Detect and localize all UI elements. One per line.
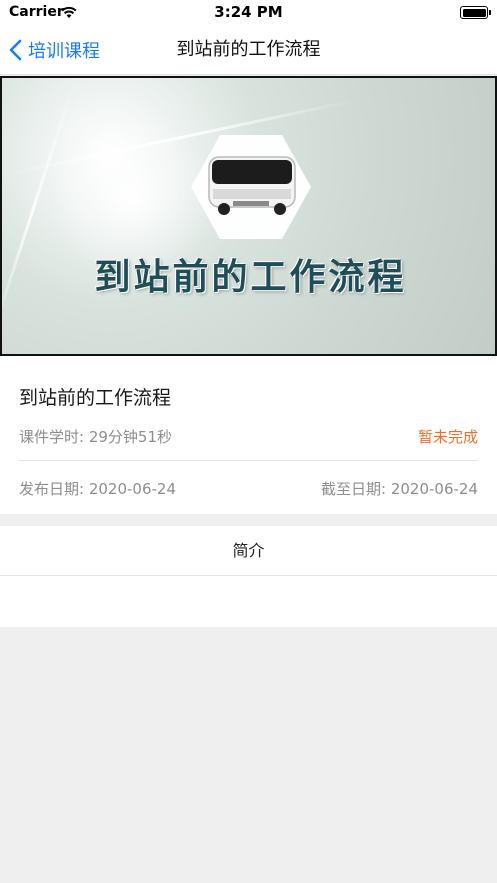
back-button[interactable]: 培训课程 [8, 26, 100, 74]
status-bar: Carrier 3:24 PM [0, 0, 497, 26]
tab-intro[interactable]: 简介 [0, 526, 497, 576]
bus-thumbnail-icon [191, 135, 311, 239]
chevron-left-icon [9, 39, 22, 61]
deadline-date: 截至日期: 2020-06-24 [321, 480, 478, 498]
intro-content [0, 576, 497, 627]
video-caption: 到站前的工作流程 [94, 257, 407, 298]
video-player[interactable]: 到站前的工作流程 [0, 76, 497, 356]
course-title: 到站前的工作流程 [19, 387, 172, 409]
clock: 3:24 PM [214, 3, 283, 21]
back-label: 培训课程 [28, 41, 100, 62]
course-dates-row: 发布日期: 2020-06-24 截至日期: 2020-06-24 [19, 478, 478, 499]
divider [19, 460, 478, 461]
status-badge: 暂未完成 [417, 428, 478, 446]
course-info-card: 到站前的工作流程 课件学时: 29分钟51秒 暂未完成 发布日期: 2020-0… [0, 356, 497, 514]
course-duration: 课件学时: 29分钟51秒 [19, 428, 172, 446]
course-meta-row: 课件学时: 29分钟51秒 暂未完成 [19, 426, 478, 447]
battery-icon [460, 6, 491, 19]
publish-date: 发布日期: 2020-06-24 [19, 480, 176, 498]
nav-bar: 培训课程 到站前的工作流程 [0, 26, 497, 75]
